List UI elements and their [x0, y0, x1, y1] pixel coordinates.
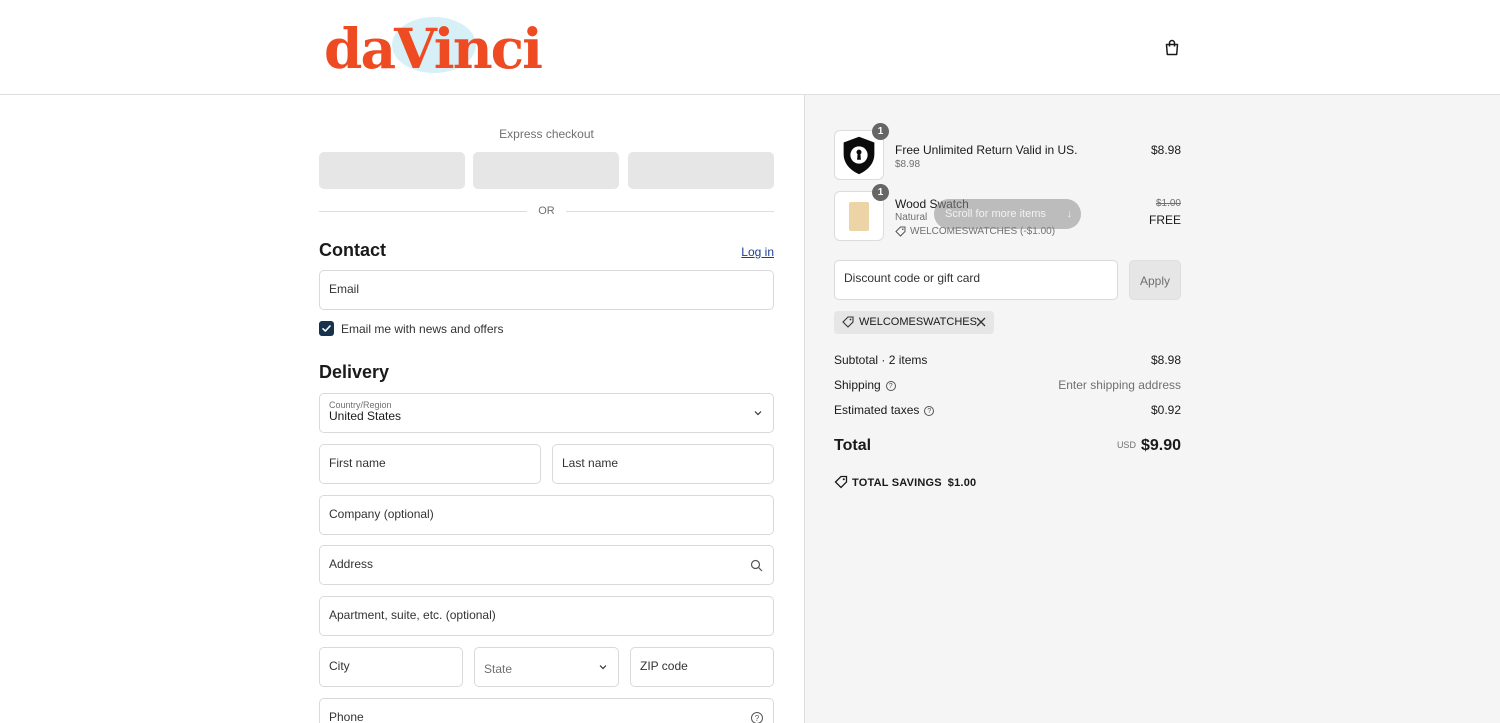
last-name-placeholder: Last name: [562, 456, 619, 470]
help-icon[interactable]: ?: [924, 406, 935, 416]
shipping-label: Shipping: [834, 378, 881, 392]
email-field[interactable]: Email: [319, 270, 774, 310]
tag-icon: [842, 316, 854, 328]
express-checkout-label: Express checkout: [499, 127, 594, 141]
item-quantity-badge: 1: [872, 184, 889, 201]
logo-text: daVinci: [324, 16, 543, 81]
close-icon[interactable]: [976, 317, 986, 327]
phone-field[interactable]: Phone ?: [319, 698, 774, 723]
taxes-value: $0.92: [1150, 403, 1181, 417]
delivery-heading: Delivery: [319, 362, 390, 382]
chevron-down-icon: [599, 665, 607, 670]
first-name-placeholder: First name: [329, 456, 386, 470]
total-value: $9.90: [1140, 437, 1181, 454]
tag-icon: [834, 475, 848, 489]
scroll-hint-text: Scroll for more items: [945, 208, 1046, 220]
first-name-field[interactable]: First name: [319, 444, 541, 484]
shopping-bag-icon[interactable]: [1162, 38, 1182, 58]
last-name-field[interactable]: Last name: [552, 444, 774, 484]
express-pay-button-2[interactable]: [473, 152, 619, 189]
total-amount: USD $9.90: [1117, 437, 1181, 455]
zip-placeholder: ZIP code: [640, 659, 688, 673]
zip-field[interactable]: ZIP code: [630, 647, 774, 687]
item-price: $8.98: [1150, 143, 1181, 157]
state-select[interactable]: State: [474, 647, 619, 687]
company-placeholder: Company (optional): [329, 507, 434, 521]
address-field[interactable]: Address: [319, 545, 774, 585]
city-placeholder: City: [329, 659, 350, 673]
country-value: United States: [329, 409, 402, 423]
email-placeholder: Email: [329, 282, 360, 296]
contact-heading: Contact: [319, 240, 386, 260]
newsletter-checkbox[interactable]: [319, 321, 334, 336]
item-thumbnail: 1: [834, 123, 889, 180]
site-header: daVinci: [0, 0, 1500, 95]
discount-placeholder: Discount code or gift card: [844, 271, 981, 285]
apartment-field[interactable]: Apartment, suite, etc. (optional): [319, 596, 774, 636]
help-icon[interactable]: ?: [885, 381, 896, 391]
item-quantity-badge: 1: [872, 123, 889, 140]
wood-swatch-image: [849, 202, 869, 231]
taxes-label: Estimated taxes: [834, 403, 920, 417]
applied-discount-chip: WELCOMESWATCHES: [834, 311, 994, 334]
item-price: FREE: [1148, 213, 1181, 227]
subtotal-row: Subtotal · 2 items $8.98: [834, 353, 1181, 369]
davinci-logo[interactable]: daVinci: [322, 14, 543, 81]
scroll-for-more-pill[interactable]: Scroll for more items ↓: [934, 199, 1081, 229]
company-field[interactable]: Company (optional): [319, 495, 774, 535]
item-subtitle: $8.98: [895, 159, 921, 170]
item-original-price: $1.00: [1155, 198, 1181, 209]
country-select[interactable]: Country/Region United States: [319, 393, 774, 433]
subtotal-value: $8.98: [1150, 353, 1181, 367]
shipping-row: Shipping? Enter shipping address: [834, 378, 1181, 394]
tag-icon: [895, 226, 906, 237]
item-variant: Natural: [895, 212, 928, 223]
search-icon: [750, 559, 763, 572]
item-thumbnail: 1: [834, 184, 889, 241]
help-icon[interactable]: ?: [751, 712, 763, 723]
discount-code-input[interactable]: Discount code or gift card: [834, 260, 1118, 300]
divider-line-right: [566, 211, 774, 212]
or-divider: OR: [319, 205, 774, 219]
arrow-down-icon: ↓: [1066, 208, 1073, 220]
apply-button[interactable]: Apply: [1129, 260, 1181, 300]
state-placeholder: State: [484, 662, 513, 676]
city-field[interactable]: City: [319, 647, 463, 687]
savings-label: TOTAL SAVINGS: [852, 477, 942, 489]
express-pay-button-1[interactable]: [319, 152, 465, 189]
newsletter-label: Email me with news and offers: [341, 322, 504, 336]
login-link[interactable]: Log in: [741, 245, 774, 259]
applied-code: WELCOMESWATCHES: [859, 316, 977, 328]
checkmark-icon: [322, 325, 331, 332]
savings-value: $1.00: [947, 477, 977, 489]
currency-code: USD: [1116, 440, 1136, 450]
shipping-value: Enter shipping address: [1058, 378, 1181, 392]
total-savings: TOTAL SAVINGS $1.00: [834, 475, 976, 489]
chevron-down-icon: [754, 411, 762, 416]
phone-placeholder: Phone: [329, 710, 364, 723]
express-pay-button-3[interactable]: [628, 152, 774, 189]
total-label: Total: [834, 437, 872, 454]
taxes-row: Estimated taxes? $0.92: [834, 403, 1181, 419]
subtotal-label: Subtotal · 2 items: [834, 353, 928, 367]
item-title: Free Unlimited Return Valid in US.: [895, 143, 1078, 157]
apartment-placeholder: Apartment, suite, etc. (optional): [329, 608, 496, 622]
address-placeholder: Address: [329, 557, 374, 571]
